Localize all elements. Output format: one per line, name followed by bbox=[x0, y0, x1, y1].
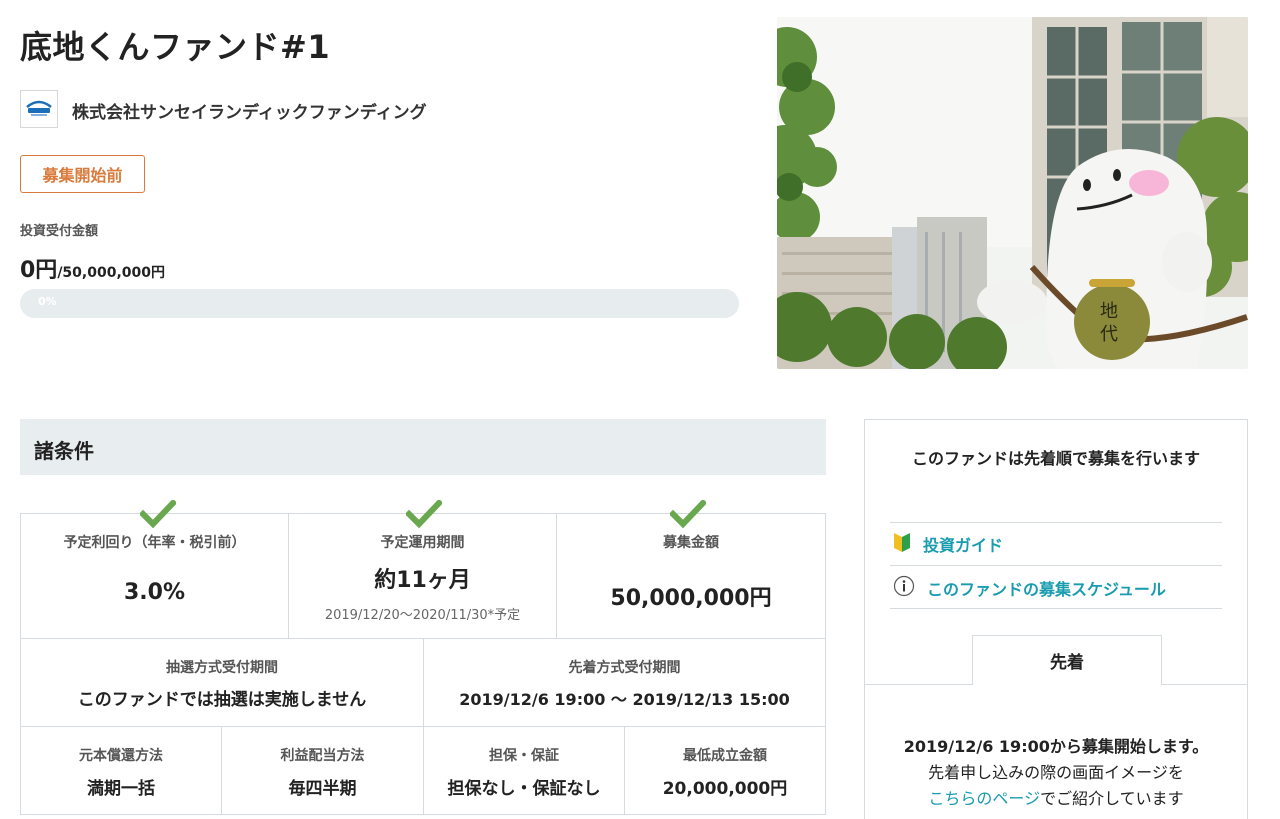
tab-divider bbox=[864, 684, 973, 685]
repay-cell: 元本償還方法 満期一括 bbox=[21, 727, 222, 815]
raise-value: 50,000,000円 bbox=[610, 586, 772, 611]
firstcome-label: 先着方式受付期間 bbox=[568, 660, 681, 676]
divider bbox=[890, 522, 1222, 523]
divider bbox=[890, 608, 1222, 609]
min-cell: 最低成立金額 20,000,000円 bbox=[625, 727, 825, 815]
fund-hero-image: 地 代 bbox=[777, 17, 1248, 369]
firstcome-cell: 先着方式受付期間 2019/12/6 19:00 〜 2019/12/13 15… bbox=[424, 639, 825, 727]
period-cell: 予定運用期間 約11ヶ月 2019/12/20〜2020/11/30*予定 bbox=[289, 514, 557, 639]
schedule-info: 2019/12/6 19:00から募集開始します。 先着申し込みの際の画面イメー… bbox=[880, 734, 1232, 812]
desc-suffix: でご紹介しています bbox=[1040, 789, 1184, 808]
investment-guide-link[interactable]: 投資ガイド bbox=[893, 531, 1003, 557]
progress-text: 0% bbox=[38, 295, 57, 308]
start-text: 2019/12/6 19:00から募集開始します。 bbox=[903, 737, 1209, 756]
period-label: 予定運用期間 bbox=[380, 535, 465, 551]
amount-target: /50,000,000円 bbox=[57, 265, 165, 281]
beginner-mark-icon bbox=[893, 531, 911, 557]
svg-text:地: 地 bbox=[1100, 301, 1118, 322]
collateral-label: 担保・保証 bbox=[489, 748, 559, 764]
raise-label: 募集金額 bbox=[663, 535, 719, 551]
company-name[interactable]: 株式会社サンセイランディックファンディング bbox=[72, 98, 427, 123]
repay-value: 満期一括 bbox=[87, 779, 155, 799]
period-range: 2019/12/20〜2020/11/30*予定 bbox=[324, 608, 521, 623]
repay-label: 元本償還方法 bbox=[79, 748, 163, 764]
lottery-label: 抽選方式受付期間 bbox=[166, 660, 278, 676]
collateral-value: 担保なし・保証なし bbox=[447, 779, 601, 799]
dividend-label: 利益配当方法 bbox=[280, 748, 365, 764]
conditions-header bbox=[20, 419, 826, 475]
check-icon bbox=[404, 498, 444, 532]
conditions-title: 諸条件 bbox=[34, 439, 94, 463]
desc-text: 先着申し込みの際の画面イメージを bbox=[928, 763, 1184, 782]
amount-current: 0円 bbox=[20, 258, 58, 283]
investment-guide-label: 投資ガイド bbox=[923, 536, 1004, 555]
company-logo bbox=[20, 90, 58, 128]
schedule-link[interactable]: このファンドの募集スケジュール bbox=[893, 575, 1166, 601]
yield-cell: 予定利回り（年率・税引前） 3.0% bbox=[21, 514, 289, 639]
page-link[interactable]: こちらのページ bbox=[928, 789, 1040, 808]
dividend-cell: 利益配当方法 毎四半期 bbox=[222, 727, 424, 815]
tab-divider bbox=[1161, 684, 1248, 685]
fund-title: 底地くんファンド#1 bbox=[20, 28, 331, 66]
raise-cell: 募集金額 50,000,000円 bbox=[557, 514, 825, 639]
firstcome-value: 2019/12/6 19:00 〜 2019/12/13 15:00 bbox=[459, 690, 790, 709]
collateral-cell: 担保・保証 担保なし・保証なし bbox=[424, 727, 625, 815]
dividend-value: 毎四半期 bbox=[288, 779, 357, 799]
min-value: 20,000,000円 bbox=[662, 779, 788, 799]
info-icon bbox=[893, 575, 915, 601]
divider bbox=[890, 565, 1222, 566]
lottery-value: このファンドでは抽選は実施しません bbox=[77, 690, 367, 710]
conditions-grid: 予定利回り（年率・税引前） 3.0% 予定運用期間 約11ヶ月 2019/12/… bbox=[20, 513, 826, 815]
svg-text:代: 代 bbox=[1100, 324, 1118, 345]
period-value: 約11ヶ月 bbox=[374, 568, 471, 593]
schedule-label: このファンドの募集スケジュール bbox=[927, 580, 1166, 599]
status-badge: 募集開始前 bbox=[20, 155, 145, 193]
yield-value: 3.0% bbox=[123, 580, 185, 605]
desc-line: こちらのページでご紹介しています bbox=[880, 786, 1232, 812]
side-heading: このファンドは先着順で募集を行います bbox=[911, 449, 1200, 468]
progress-bar bbox=[20, 289, 739, 318]
check-icon bbox=[138, 498, 178, 532]
lottery-cell: 抽選方式受付期間 このファンドでは抽選は実施しません bbox=[21, 639, 424, 727]
tab-first-come[interactable]: 先着 bbox=[972, 635, 1162, 685]
check-icon bbox=[668, 498, 708, 532]
amount-display: 0円/50,000,000円 bbox=[20, 252, 165, 284]
min-label: 最低成立金額 bbox=[683, 748, 767, 764]
yield-label: 予定利回り（年率・税引前） bbox=[63, 535, 246, 551]
amount-label: 投資受付金額 bbox=[20, 224, 99, 239]
